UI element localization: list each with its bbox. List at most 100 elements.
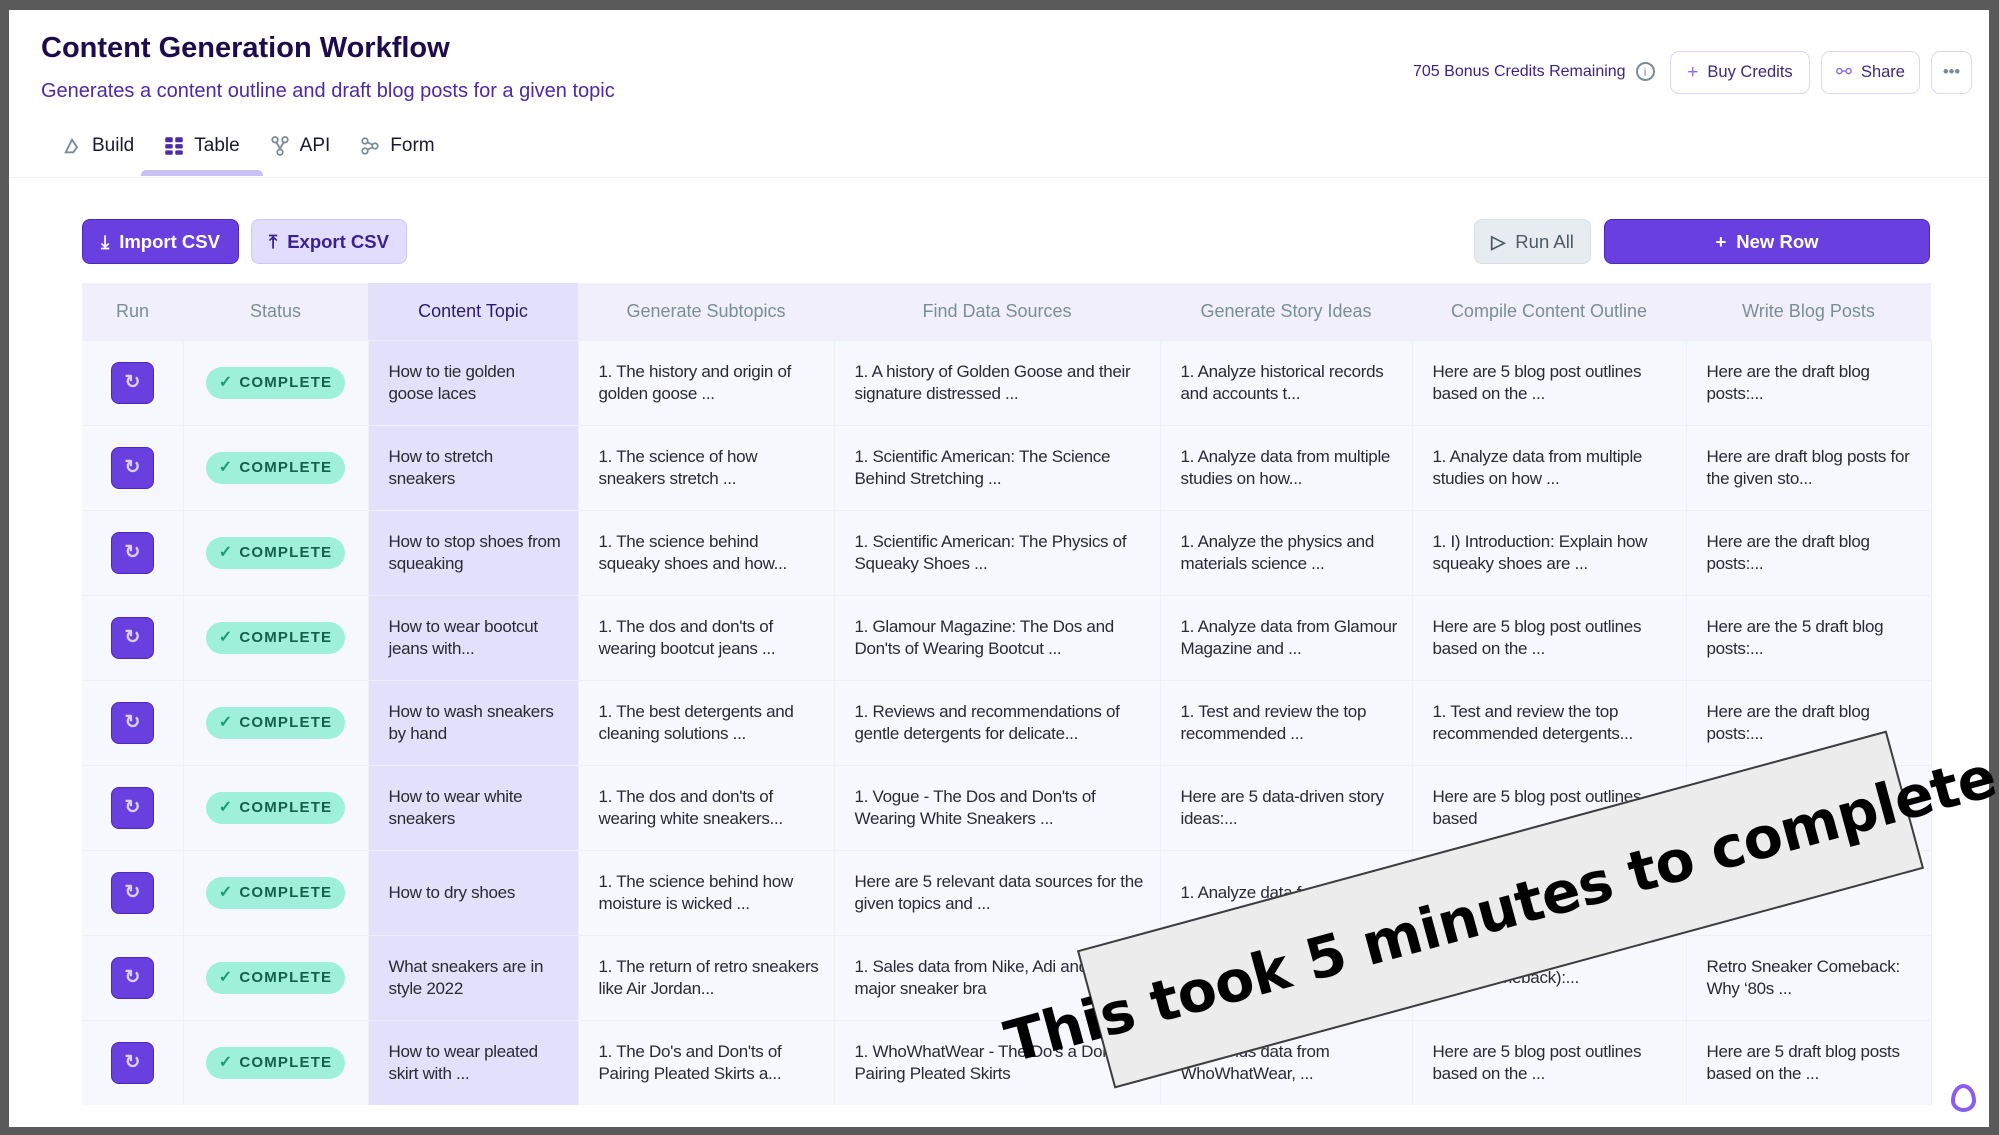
export-csv-button[interactable]: ⤒ Export CSV bbox=[251, 219, 407, 264]
new-row-button[interactable]: + New Row bbox=[1604, 219, 1930, 264]
outline-cell[interactable]: Here are 5 blog post outlines based on t… bbox=[1412, 1019, 1687, 1105]
data-cell[interactable]: 1. Scientific American: The Science Behi… bbox=[834, 424, 1161, 510]
rerun-button[interactable]: ↻ bbox=[110, 1041, 154, 1084]
status-text: COMPLETE bbox=[239, 798, 333, 816]
rerun-button[interactable]: ↻ bbox=[110, 531, 154, 574]
rerun-button[interactable]: ↻ bbox=[110, 446, 154, 489]
info-icon[interactable]: i bbox=[1635, 62, 1655, 81]
share-button[interactable]: ⚯ Share bbox=[1821, 51, 1920, 94]
subtopics-cell[interactable]: 1. The dos and don'ts of wearing white s… bbox=[578, 764, 835, 850]
subtopics-cell[interactable]: 1. The dos and don'ts of wearing bootcut… bbox=[578, 594, 835, 680]
table-icon bbox=[165, 137, 183, 155]
chat-widget-icon[interactable] bbox=[1951, 1084, 1976, 1112]
rerun-button[interactable]: ↻ bbox=[110, 871, 154, 914]
blog-cell[interactable]: Here are draft blog posts for the given … bbox=[1686, 424, 1932, 510]
topic-cell[interactable]: How to wear white sneakers bbox=[368, 764, 579, 850]
tab-api[interactable]: API bbox=[255, 132, 346, 160]
more-options-button[interactable]: ••• bbox=[1931, 51, 1972, 94]
outline-cell[interactable]: 1. I) Introduction: Explain how squeaky … bbox=[1412, 509, 1687, 595]
topic-cell[interactable]: How to dry shoes bbox=[368, 849, 579, 935]
story-cell[interactable]: 1. Analyze data from Glamour Magazine an… bbox=[1160, 594, 1413, 680]
blog-cell[interactable]: Here are the draft blog posts:... bbox=[1686, 339, 1932, 425]
subtopics-cell[interactable]: 1. The history and origin of golden goos… bbox=[578, 339, 835, 425]
story-cell[interactable]: 1. Analyze the physics and materials sci… bbox=[1160, 509, 1413, 595]
check-icon: ✓ bbox=[218, 713, 234, 731]
blog-cell[interactable]: Here are the 5 draft blog posts:... bbox=[1686, 594, 1932, 680]
status-cell: ✓ COMPLETE bbox=[183, 424, 369, 510]
data-cell[interactable]: 1. Glamour Magazine: The Dos and Don'ts … bbox=[834, 594, 1161, 680]
tab-build[interactable]: Build bbox=[47, 132, 149, 160]
table-row: ↻ ✓ COMPLETE How to stretch sneakers 1. The … bbox=[82, 424, 1932, 510]
table-row: ↻ ✓ COMPLETE How to wear bootcut jeans with… bbox=[82, 594, 1932, 680]
data-cell[interactable]: 1. A history of Golden Goose and their s… bbox=[834, 339, 1161, 425]
status-cell: ✓ COMPLETE bbox=[183, 594, 369, 680]
outline-cell[interactable]: Here are 5 blog post outlines based on t… bbox=[1412, 339, 1687, 425]
tab-bar: Build Table API Form bbox=[47, 132, 450, 176]
topic-cell[interactable]: What sneakers are in style 2022 bbox=[368, 934, 579, 1020]
check-icon: ✓ bbox=[218, 458, 234, 476]
buy-credits-button[interactable]: + Buy Credits bbox=[1670, 51, 1810, 94]
column-header[interactable]: Compile Content Outline bbox=[1412, 283, 1686, 340]
blog-cell[interactable]: Here are 5 draft blog posts based on the… bbox=[1686, 1019, 1932, 1105]
story-cell[interactable]: Here are 5 data-driven story ideas:... bbox=[1160, 764, 1413, 850]
status-cell: ✓ COMPLETE bbox=[183, 679, 369, 765]
topic-cell[interactable]: How to stretch sneakers bbox=[368, 424, 579, 510]
page-title: Content Generation Workflow bbox=[41, 32, 450, 64]
rerun-button[interactable]: ↻ bbox=[110, 361, 154, 404]
blog-cell[interactable]: Here are the draft blog posts:... bbox=[1686, 509, 1932, 595]
rerun-button[interactable]: ↻ bbox=[110, 616, 154, 659]
subtopics-cell[interactable]: 1. The science behind squeaky shoes and … bbox=[578, 509, 835, 595]
outline-cell[interactable]: 1. Analyze data from multiple studies on… bbox=[1412, 424, 1687, 510]
story-cell[interactable]: 1. Test and review the top recommended .… bbox=[1160, 679, 1413, 765]
blog-cell[interactable]: Retro Sneaker Comeback: Why ‘80s ... bbox=[1686, 934, 1932, 1020]
data-cell[interactable]: 1. Reviews and recommendations of gentle… bbox=[834, 679, 1161, 765]
upload-icon: ⤒ bbox=[269, 230, 278, 252]
page-subtitle: Generates a content outline and draft bl… bbox=[41, 80, 615, 102]
subtopics-cell[interactable]: 1. The best detergents and cleaning solu… bbox=[578, 679, 835, 765]
status-badge: ✓ COMPLETE bbox=[205, 451, 346, 484]
tab-label: API bbox=[299, 135, 331, 156]
tab-label: Table bbox=[194, 135, 240, 156]
topic-cell[interactable]: How to tie golden goose laces bbox=[368, 339, 579, 425]
status-text: COMPLETE bbox=[239, 628, 333, 646]
subtopics-cell[interactable]: 1. The return of retro sneakers like Air… bbox=[578, 934, 835, 1020]
topic-cell[interactable]: How to wear bootcut jeans with... bbox=[368, 594, 579, 680]
data-cell[interactable]: 1. Scientific American: The Physics of S… bbox=[834, 509, 1161, 595]
status-badge: ✓ COMPLETE bbox=[205, 621, 346, 654]
rerun-button[interactable]: ↻ bbox=[110, 956, 154, 999]
subtopics-cell[interactable]: 1. The Do's and Don'ts of Pairing Pleate… bbox=[578, 1019, 835, 1105]
tab-form[interactable]: Form bbox=[345, 132, 449, 160]
story-cell[interactable]: 1. Analyze data from multiple studies on… bbox=[1160, 424, 1413, 510]
column-header[interactable]: Generate Subtopics bbox=[578, 283, 834, 340]
run-cell: ↻ bbox=[82, 764, 184, 850]
run-cell: ↻ bbox=[82, 1019, 184, 1105]
status-badge: ✓ COMPLETE bbox=[205, 1046, 346, 1079]
column-header[interactable]: Find Data Sources bbox=[834, 283, 1160, 340]
topic-cell[interactable]: How to wear pleated skirt with ... bbox=[368, 1019, 579, 1105]
story-cell[interactable]: 1. Analyze historical records and accoun… bbox=[1160, 339, 1413, 425]
column-header[interactable]: Write Blog Posts bbox=[1686, 283, 1931, 340]
data-cell[interactable]: 1. Vogue - The Dos and Don'ts of Wearing… bbox=[834, 764, 1161, 850]
column-header[interactable]: Run bbox=[82, 283, 183, 340]
rerun-button[interactable]: ↻ bbox=[110, 701, 154, 744]
credits-text: 705 Bonus Credits Remaining bbox=[1413, 62, 1626, 80]
topic-cell[interactable]: How to wash sneakers by hand bbox=[368, 679, 579, 765]
column-header[interactable]: Generate Story Ideas bbox=[1160, 283, 1412, 340]
tab-table[interactable]: Table bbox=[141, 132, 264, 176]
rerun-button[interactable]: ↻ bbox=[110, 786, 154, 829]
subtopics-cell[interactable]: 1. The science of how sneakers stretch .… bbox=[578, 424, 835, 510]
run-cell: ↻ bbox=[82, 509, 184, 595]
subtopics-cell[interactable]: 1. The science behind how moisture is wi… bbox=[578, 849, 835, 935]
import-csv-button[interactable]: ⤓ Import CSV bbox=[82, 219, 239, 264]
tab-label: Form bbox=[390, 135, 435, 156]
outline-cell[interactable]: 1. Test and review the top recommended d… bbox=[1412, 679, 1687, 765]
topic-cell[interactable]: How to stop shoes from squeaking bbox=[368, 509, 579, 595]
column-header[interactable]: Content Topic bbox=[368, 283, 578, 340]
status-text: COMPLETE bbox=[239, 1053, 333, 1071]
outline-cell[interactable]: Here are 5 blog post outlines based on t… bbox=[1412, 594, 1687, 680]
run-all-button[interactable]: ▷ Run All bbox=[1474, 219, 1591, 264]
column-header[interactable]: Status bbox=[183, 283, 368, 340]
status-cell: ✓ COMPLETE bbox=[183, 849, 369, 935]
data-cell[interactable]: Here are 5 relevant data sources for the… bbox=[834, 849, 1161, 935]
export-label: Export CSV bbox=[287, 230, 389, 252]
